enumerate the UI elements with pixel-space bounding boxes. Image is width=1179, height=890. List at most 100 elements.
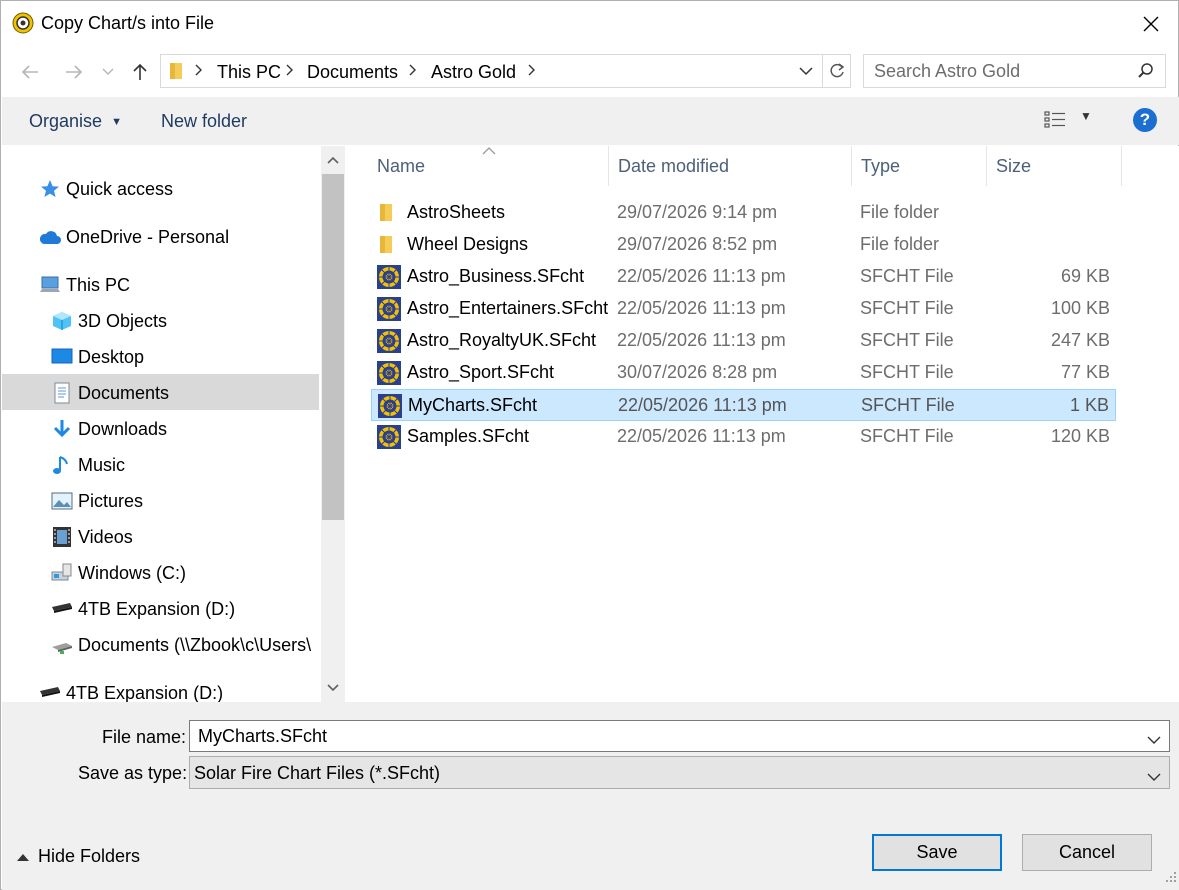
scroll-up-chevron-icon[interactable] bbox=[321, 148, 345, 172]
file-row[interactable]: Astro_RoyaltyUK.SFcht 22/05/2026 11:13 pm… bbox=[371, 325, 1116, 357]
up-arrow-icon[interactable] bbox=[125, 57, 155, 87]
scrollbar-thumb[interactable] bbox=[322, 174, 344, 520]
sidebar-item-quick-access[interactable]: Quick access bbox=[38, 172, 173, 206]
sfcht-file-icon bbox=[377, 265, 401, 289]
file-row[interactable]: Astro_Sport.SFcht 30/07/2026 8:28 pm SFCHT… bbox=[371, 357, 1116, 389]
file-type: SFCHT File bbox=[860, 330, 954, 350]
close-icon[interactable] bbox=[1138, 11, 1164, 37]
column-header-date-modified[interactable]: Date modified bbox=[618, 156, 729, 177]
hide-folders-toggle[interactable]: Hide Folders bbox=[16, 846, 140, 867]
file-date-modified: 30/07/2026 8:28 pm bbox=[617, 362, 778, 382]
column-header-size[interactable]: Size bbox=[996, 156, 1031, 177]
sidebar-item-pictures[interactable]: Pictures bbox=[50, 484, 143, 518]
file-name-field[interactable] bbox=[189, 720, 1170, 752]
file-name-input[interactable] bbox=[190, 721, 1130, 751]
file-type: File folder bbox=[860, 202, 940, 222]
breadcrumb-separator-icon bbox=[527, 60, 537, 85]
view-options-caret-icon[interactable]: ▼ bbox=[1080, 109, 1092, 123]
file-row[interactable]: AstroSheets 29/07/2026 9:14 pm File folder bbox=[371, 197, 1116, 229]
sidebar-item-label: OneDrive - Personal bbox=[66, 226, 230, 247]
file-name-dropdown-chevron-icon[interactable] bbox=[1147, 729, 1161, 750]
breadcrumb-astro-gold[interactable]: Astro Gold bbox=[431, 62, 516, 83]
organise-button[interactable]: Organise ▼ bbox=[29, 111, 122, 132]
sidebar-item-network-documents[interactable]: Documents (\\Zbook\c\Users\ bbox=[50, 628, 320, 662]
save-as-type-select[interactable]: Solar Fire Chart Files (*.SFcht) bbox=[189, 756, 1170, 789]
address-dropdown-chevron-icon[interactable] bbox=[798, 62, 814, 85]
back-arrow-icon[interactable] bbox=[15, 57, 45, 87]
breadcrumb-documents[interactable]: Documents bbox=[307, 62, 398, 83]
file-row[interactable]: Samples.SFcht 22/05/2026 11:13 pm SFCHT Fi… bbox=[371, 421, 1116, 453]
sidebar-item-desktop[interactable]: Desktop bbox=[50, 340, 144, 374]
file-size: 69 KB bbox=[1060, 266, 1110, 286]
file-row[interactable]: Wheel Designs 29/07/2026 8:52 pm File fold… bbox=[371, 229, 1116, 261]
search-box[interactable] bbox=[863, 54, 1166, 88]
help-icon[interactable]: ? bbox=[1133, 108, 1157, 132]
file-name: AstroSheets bbox=[407, 202, 506, 222]
command-toolbar: Organise ▼ New folder ▼ ? bbox=[2, 97, 1179, 145]
file-list: Name Date modified Type Size AstroSheets… bbox=[346, 146, 1179, 702]
title-bar: Copy Chart/s into File bbox=[1, 1, 1178, 47]
address-bar[interactable]: This PC Documents Astro Gold bbox=[160, 54, 851, 88]
resize-grip-icon[interactable] bbox=[1165, 867, 1177, 888]
column-header-type[interactable]: Type bbox=[861, 156, 900, 177]
search-input[interactable] bbox=[864, 55, 1124, 87]
forward-arrow-icon[interactable] bbox=[59, 57, 89, 87]
sidebar-item-4tb-expansion-d[interactable]: 4TB Expansion (D:) bbox=[50, 592, 235, 626]
sidebar-item-4tb-expansion-d-root[interactable]: 4TB Expansion (D:) bbox=[38, 676, 223, 702]
sidebar-item-music[interactable]: Music bbox=[50, 448, 125, 482]
file-size: 1 KB bbox=[1069, 395, 1109, 415]
file-type: SFCHT File bbox=[860, 266, 954, 286]
file-date-modified: 22/05/2026 11:13 pm bbox=[617, 330, 786, 350]
breadcrumb-this-pc[interactable]: This PC bbox=[217, 62, 281, 83]
sfcht-file-icon bbox=[377, 425, 401, 449]
sidebar-item-documents[interactable]: Documents bbox=[50, 376, 169, 410]
sidebar-item-this-pc[interactable]: This PC bbox=[38, 268, 130, 302]
file-date-modified: 22/05/2026 11:13 pm bbox=[617, 426, 786, 446]
column-divider[interactable] bbox=[1121, 146, 1122, 186]
file-name: Samples.SFcht bbox=[407, 426, 530, 446]
sidebar-item-windows-c[interactable]: Windows (C:) bbox=[50, 556, 186, 590]
search-icon[interactable] bbox=[1137, 62, 1155, 85]
view-details-icon[interactable] bbox=[1044, 110, 1066, 135]
refresh-icon[interactable] bbox=[822, 55, 850, 87]
file-type: File folder bbox=[860, 234, 940, 254]
sidebar-item-label: Documents (\\Zbook\c\Users\ bbox=[78, 634, 312, 655]
file-row[interactable]: Astro_Entertainers.SFcht 22/05/2026 11:13… bbox=[371, 293, 1116, 325]
breadcrumb-separator-icon bbox=[285, 60, 295, 85]
save-as-type-chevron-icon[interactable] bbox=[1147, 766, 1161, 787]
file-name: Astro_Business.SFcht bbox=[407, 266, 585, 286]
sidebar-item-onedrive[interactable]: OneDrive - Personal bbox=[38, 220, 229, 254]
cancel-button[interactable]: Cancel bbox=[1022, 834, 1152, 871]
sidebar-item-3d-objects[interactable]: 3D Objects bbox=[50, 304, 167, 338]
scroll-down-chevron-icon[interactable] bbox=[321, 676, 345, 700]
film-icon bbox=[50, 525, 74, 549]
file-row[interactable]: Astro_Business.SFcht 22/05/2026 11:13 pm S… bbox=[371, 261, 1116, 293]
sidebar-item-downloads[interactable]: Downloads bbox=[50, 412, 167, 446]
sidebar-item-videos[interactable]: Videos bbox=[50, 520, 133, 554]
file-size: 120 KB bbox=[1050, 426, 1110, 446]
save-as-type-label: Save as type: bbox=[78, 763, 188, 783]
file-date-modified: 29/07/2026 8:52 pm bbox=[617, 234, 778, 254]
file-date-modified: 29/07/2026 9:14 pm bbox=[617, 202, 778, 222]
file-name: Astro_Entertainers.SFcht bbox=[407, 298, 609, 318]
column-header-name[interactable]: Name bbox=[377, 156, 425, 177]
drive-icon bbox=[50, 561, 74, 585]
sidebar-item-label: Quick access bbox=[66, 178, 174, 199]
folder-icon bbox=[169, 61, 185, 86]
sfcht-file-icon bbox=[377, 361, 401, 385]
file-row[interactable]: MyCharts.SFcht 22/05/2026 11:13 pm SFCHT F… bbox=[371, 389, 1116, 421]
column-divider[interactable] bbox=[986, 146, 987, 186]
cube-icon bbox=[50, 309, 74, 333]
column-divider[interactable] bbox=[851, 146, 852, 186]
sidebar-item-label: This PC bbox=[66, 274, 131, 295]
file-size: 77 KB bbox=[1060, 362, 1110, 382]
recent-locations-chevron-icon[interactable] bbox=[95, 57, 121, 87]
folder-icon bbox=[377, 233, 401, 257]
column-divider[interactable] bbox=[608, 146, 609, 186]
save-as-type-value: Solar Fire Chart Files (*.SFcht) bbox=[194, 763, 441, 783]
sfcht-file-icon bbox=[377, 329, 401, 353]
new-folder-button[interactable]: New folder bbox=[161, 111, 247, 132]
sidebar-scrollbar[interactable] bbox=[321, 146, 345, 702]
file-size: 100 KB bbox=[1050, 298, 1110, 318]
save-button[interactable]: Save bbox=[872, 834, 1002, 871]
